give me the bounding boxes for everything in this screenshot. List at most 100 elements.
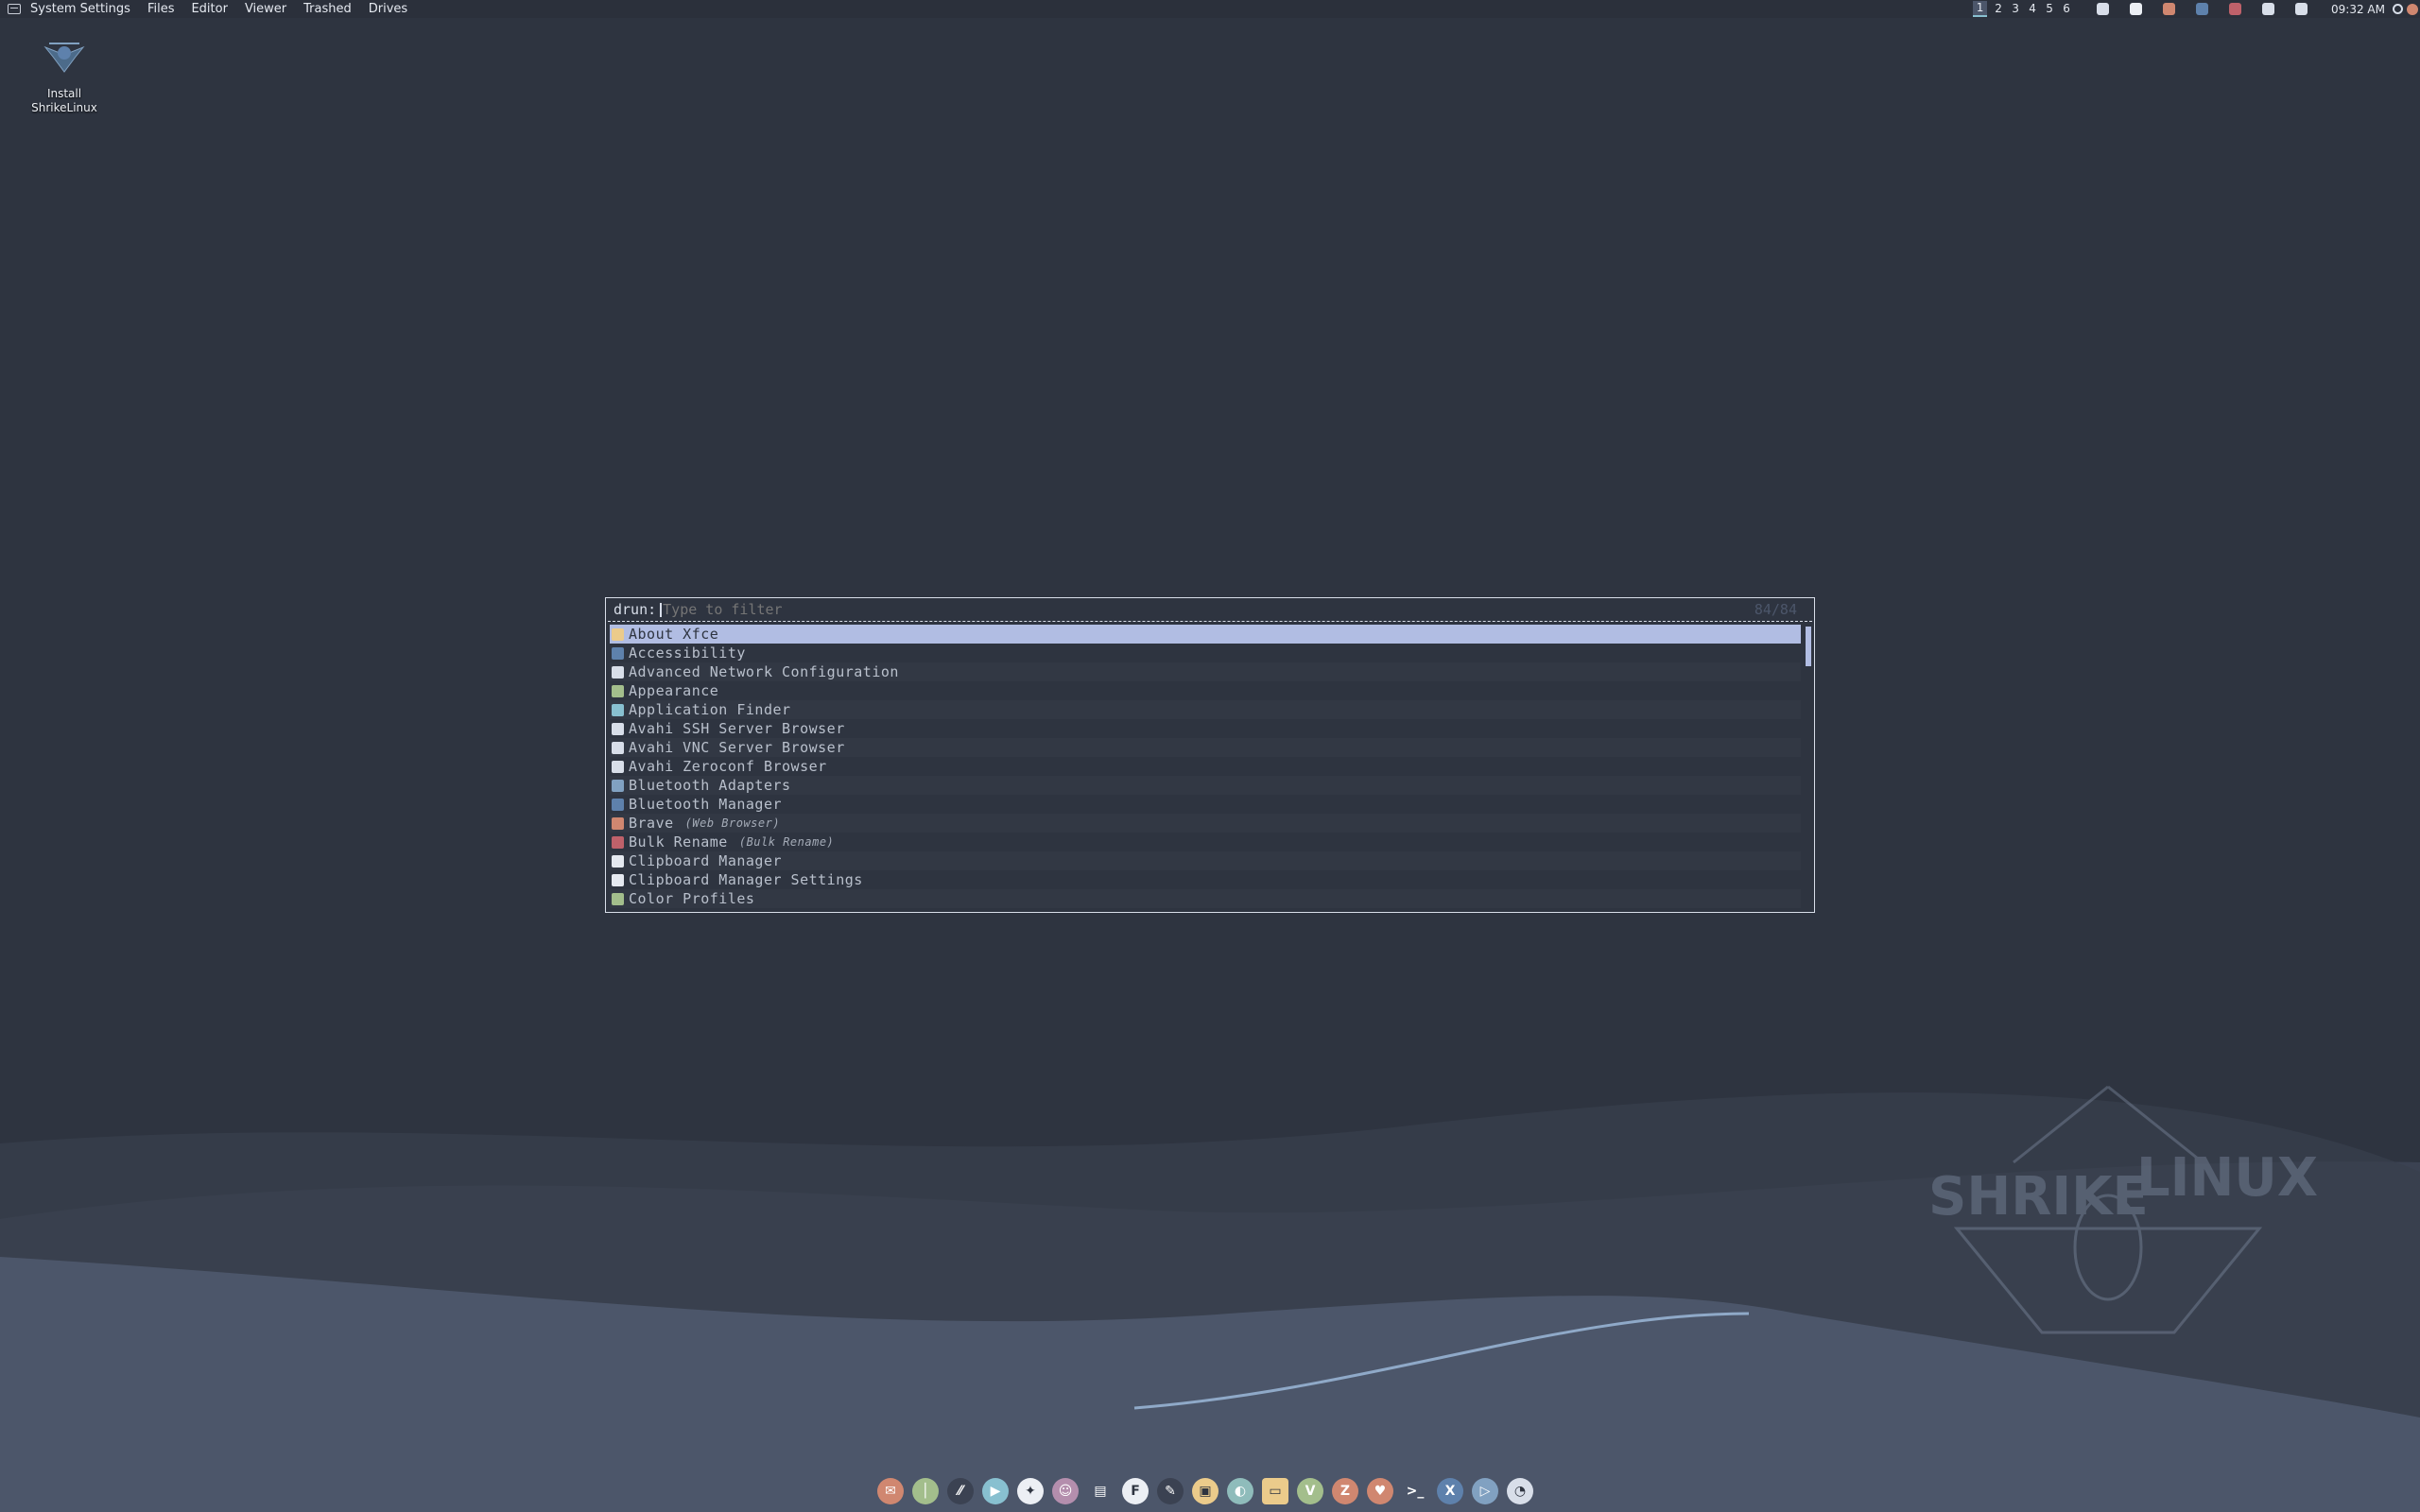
launcher-item[interactable]: Avahi SSH Server Browser [610,719,1801,738]
top-panel: System Settings Files Editor Viewer Tras… [0,0,2420,18]
workspace-2[interactable]: 2 [1990,2,2007,16]
wallpaper-waves: SHRIKE LINUX [0,1085,2420,1512]
workspace-4[interactable]: 4 [2024,2,2041,16]
launcher-item[interactable]: Appearance [610,681,1801,700]
app-icon [612,722,624,735]
launcher-item-label: Brave [629,815,674,832]
launcher-item-label: Clipboard Manager Settings [629,871,863,888]
folder-icon[interactable]: ▭ [1262,1478,1288,1504]
workspace-5[interactable]: 5 [2041,2,2058,16]
workspace-6[interactable]: 6 [2058,2,2075,16]
xorg-icon[interactable]: X [1437,1478,1463,1504]
launcher-item-label: Clipboard Manager [629,852,783,869]
panel-menu: System Settings Files Editor Viewer Tras… [0,0,416,18]
launcher-item-label: Bulk Rename [629,833,728,850]
launcher-scrollbar[interactable] [1806,627,1811,910]
desktop-icon-install[interactable]: Install ShrikeLinux [21,34,108,115]
app-icon [612,760,624,773]
mail-icon[interactable]: ✉ [877,1478,904,1504]
launcher-item[interactable]: Avahi Zeroconf Browser [610,757,1801,776]
filezilla-icon[interactable]: Z [1332,1478,1358,1504]
workspace-1[interactable]: 1 [1973,1,1988,17]
launcher-item[interactable]: Clipboard Manager Settings [610,870,1801,889]
brave-icon[interactable]: ♥ [1367,1478,1393,1504]
app-icon [612,798,624,811]
launcher-prompt: drun: [614,601,657,618]
user-icon[interactable]: ☺ [1052,1478,1079,1504]
notes-icon[interactable] [2229,3,2242,15]
dock: ✉ │ ⁄⁄ ▶ ✦ ☺ ▤ F ✎ ▣ ◐ ▭ V Z ♥ >_ X ▷ ◔ [877,1478,1542,1504]
launcher-item[interactable]: Accessibility [610,644,1801,662]
launcher-item[interactable]: Avahi VNC Server Browser [610,738,1801,757]
tool-icon[interactable]: ⁄⁄ [947,1478,974,1504]
svg-text:LINUX: LINUX [2136,1147,2318,1209]
menu-viewer[interactable]: Viewer [236,0,295,18]
archive-icon[interactable]: ▣ [1192,1478,1219,1504]
launcher-item-description: (Bulk Rename) [738,835,835,849]
launcher-item[interactable]: Color Profiles [610,889,1801,908]
menu-drives[interactable]: Drives [360,0,416,18]
app-icon [612,665,624,679]
launcher-item-label: Bluetooth Manager [629,796,783,813]
launcher-item-label: Appearance [629,682,719,699]
workspace-3[interactable]: 3 [2007,2,2024,16]
launcher-item-label: Color Profiles [629,890,755,907]
network-icon[interactable] [2130,3,2143,15]
app-icon [612,835,624,849]
launcher-item-description: (Web Browser) [684,816,781,830]
desktop-icon-label-line1: Install [46,87,82,100]
pen-icon[interactable]: ✎ [1157,1478,1184,1504]
launcher-counter: 84/84 [1754,601,1797,618]
app-icon [612,646,624,660]
bluetooth-icon[interactable] [2196,3,2209,15]
launcher-item-label: About Xfce [629,626,719,643]
menu-trashed[interactable]: Trashed [295,0,360,18]
launcher-item[interactable]: Bulk Rename (Bulk Rename) [610,833,1801,851]
power-icon[interactable] [2407,3,2418,15]
disk-icon[interactable]: ◔ [1507,1478,1533,1504]
text-cursor [660,602,663,617]
launcher-item[interactable]: Bluetooth Adapters [610,776,1801,795]
launcher-item-label: Application Finder [629,701,791,718]
menu-files[interactable]: Files [139,0,183,18]
clipboard-icon[interactable] [2097,3,2110,15]
app-icon [612,684,624,697]
display-icon[interactable] [2295,3,2308,15]
launcher-item[interactable]: Advanced Network Configuration [610,662,1801,681]
launcher-item[interactable]: Bluetooth Manager [610,795,1801,814]
video-icon[interactable]: ▶ [982,1478,1009,1504]
ghost-icon[interactable]: ◐ [1227,1478,1253,1504]
launcher-item[interactable]: Brave (Web Browser) [610,814,1801,833]
search-icon[interactable] [2393,4,2403,14]
launcher-item-label: Accessibility [629,644,746,662]
launcher-item[interactable]: Clipboard Manager [610,851,1801,870]
foxit-icon[interactable]: F [1122,1478,1149,1504]
rofi-launcher: drun: 84/84 About XfceAccessibilityAdvan… [605,597,1815,913]
compass-icon[interactable]: ✦ [1017,1478,1044,1504]
scrollbar-thumb[interactable] [1806,627,1811,666]
launcher-item[interactable]: Application Finder [610,700,1801,719]
menu-editor[interactable]: Editor [182,0,235,18]
volume-icon[interactable] [2262,3,2275,15]
launcher-item-label: Bluetooth Adapters [629,777,791,794]
menu-system-settings[interactable]: System Settings [26,0,139,18]
workspace-switcher: 1 2 3 4 5 6 [1973,1,2075,17]
print-icon[interactable]: ▤ [1087,1478,1114,1504]
vim-icon[interactable]: V [1297,1478,1323,1504]
launcher-item-label: Avahi VNC Server Browser [629,739,845,756]
media-player-icon[interactable]: ▷ [1472,1478,1498,1504]
clock[interactable]: 09:32 AM [2331,3,2385,16]
updates-icon[interactable] [2163,3,2176,15]
app-icon [612,703,624,716]
maps-icon[interactable]: │ [912,1478,939,1504]
system-tray [2086,3,2318,15]
svg-text:SHRIKE: SHRIKE [1928,1166,2149,1228]
launcher-item[interactable]: About Xfce [610,625,1801,644]
app-icon [612,627,624,641]
whisker-menu-icon[interactable] [8,4,21,14]
app-icon [612,779,624,792]
desktop-icon-label-line2: ShrikeLinux [31,101,97,114]
launcher-filter-input[interactable] [663,601,1754,618]
app-icon [612,854,624,868]
terminal-icon[interactable]: >_ [1402,1478,1428,1504]
